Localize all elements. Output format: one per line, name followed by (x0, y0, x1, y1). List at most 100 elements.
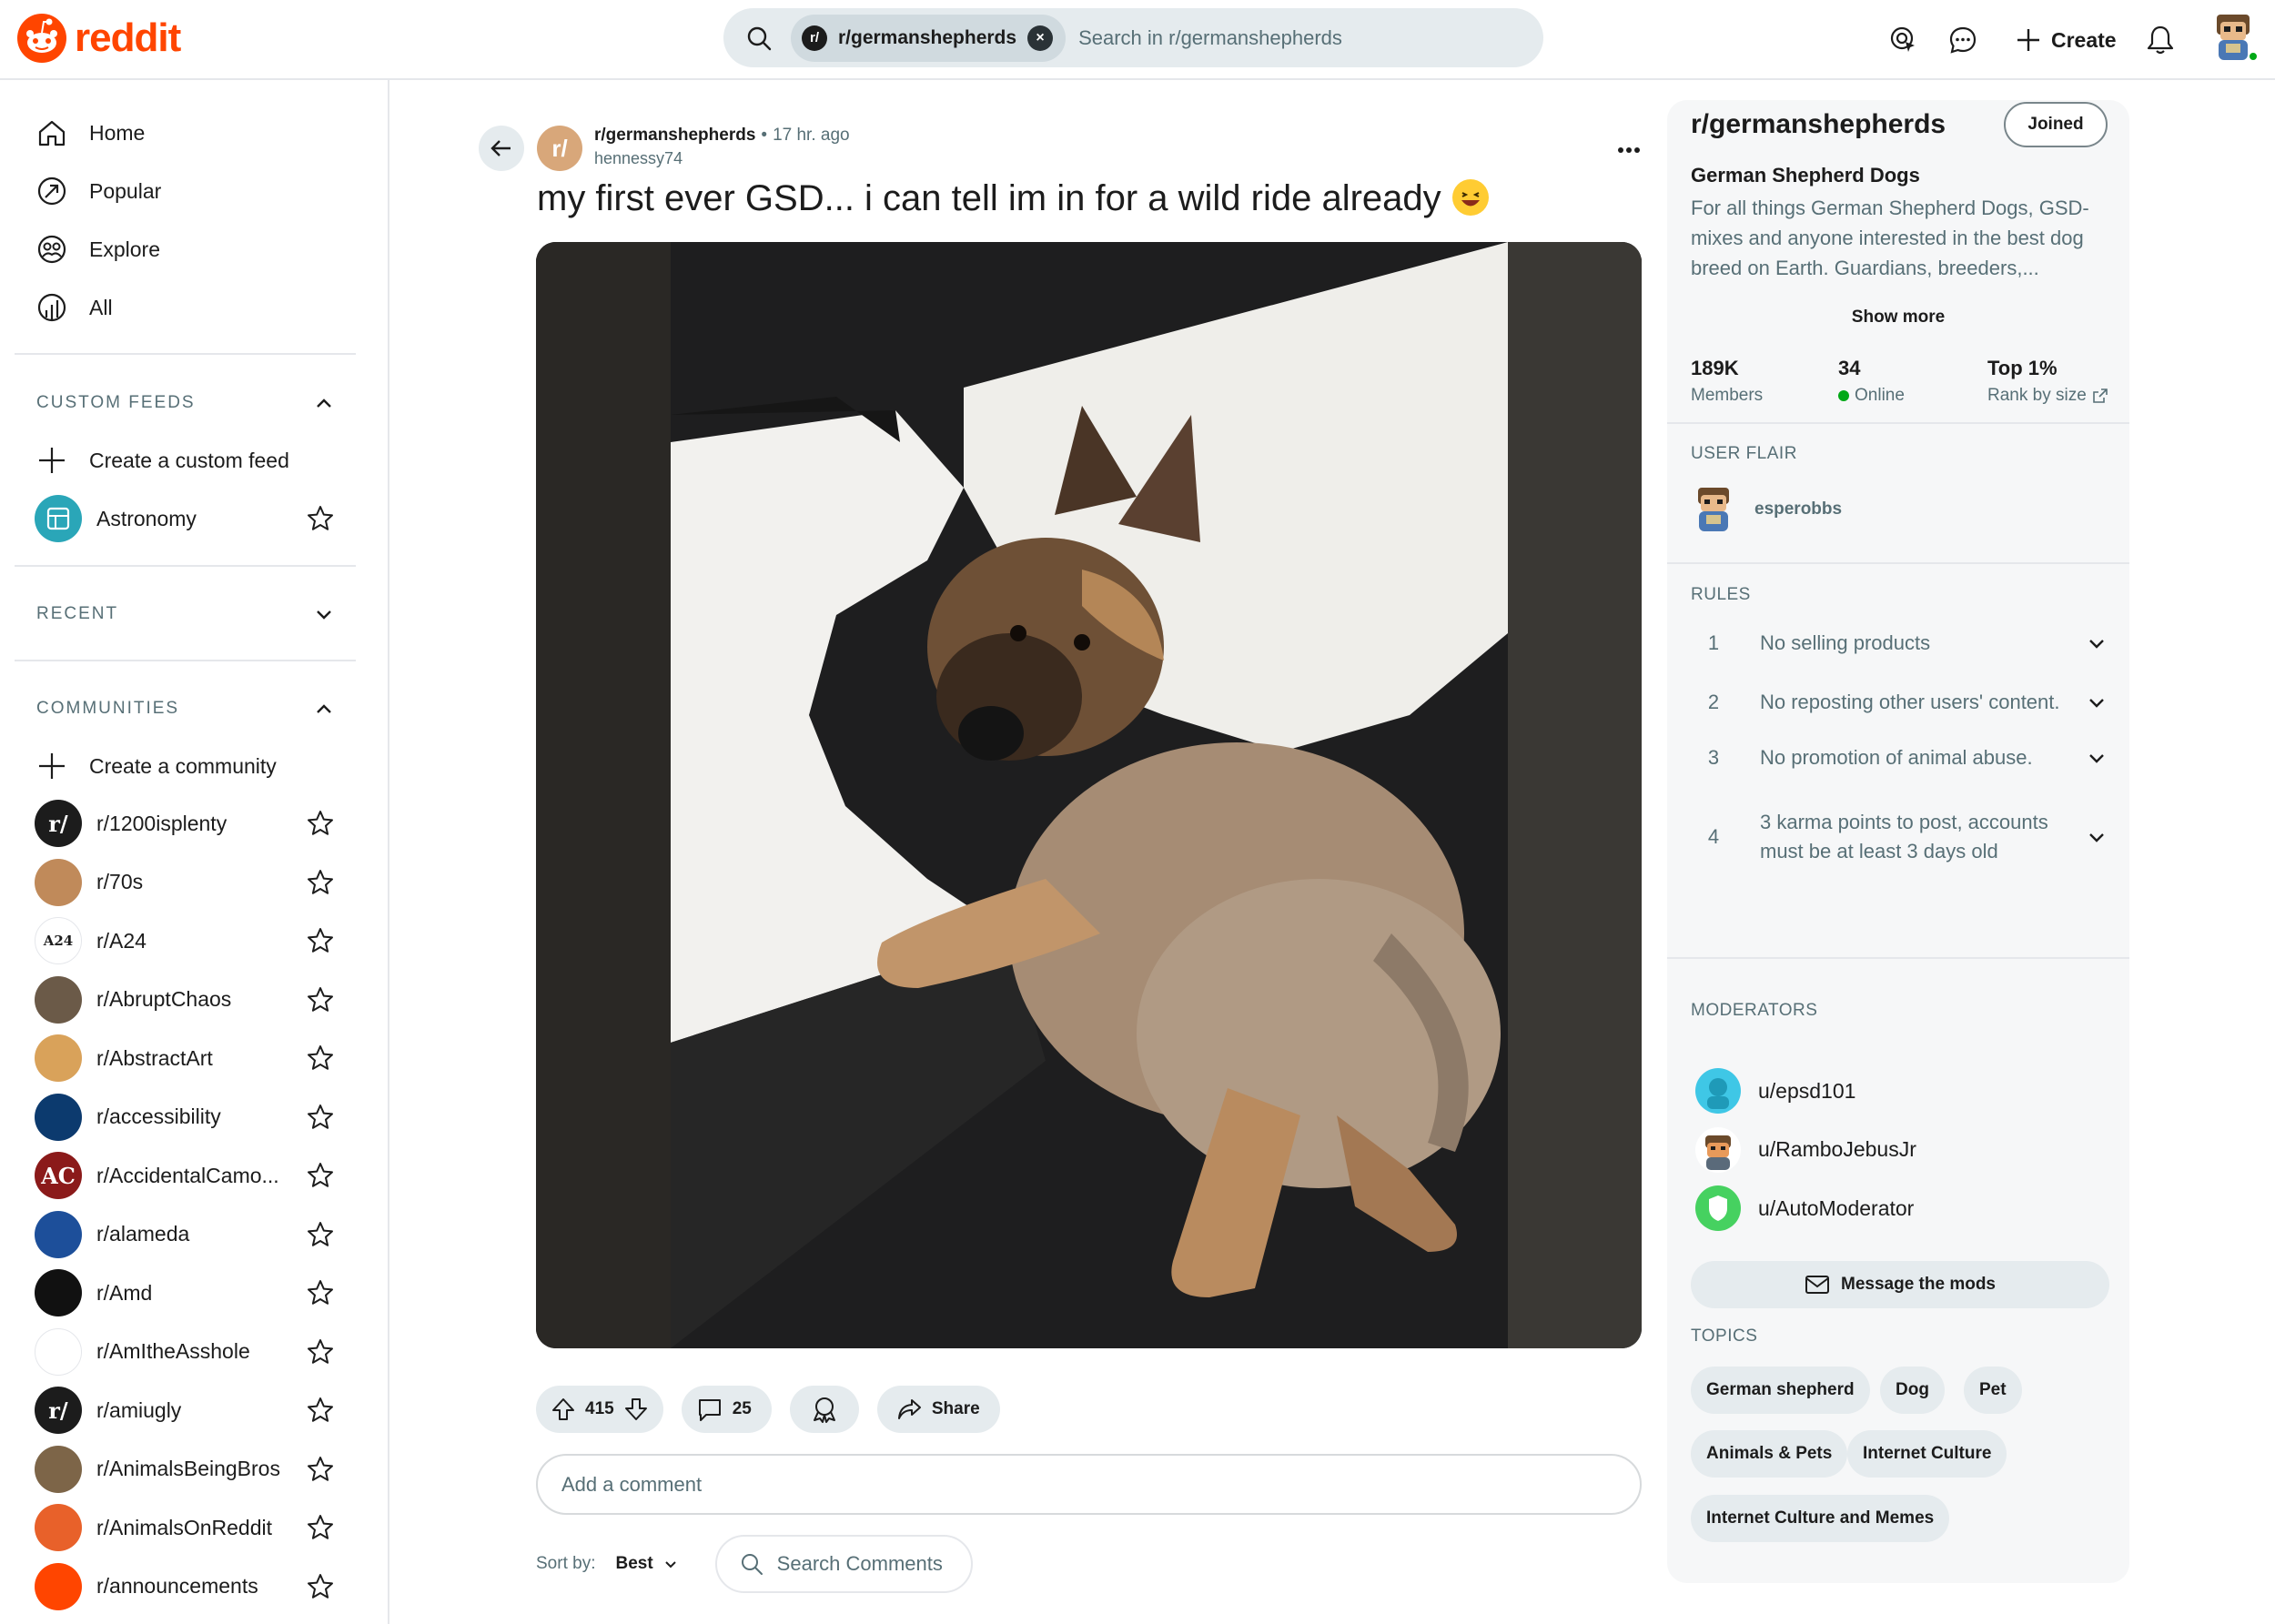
community-name: r/70s (96, 870, 144, 893)
share-button[interactable]: Share (876, 1386, 1000, 1433)
community-item[interactable]: r/r/1200isplenty (35, 798, 335, 849)
rule-item[interactable]: 3 No promotion of animal abuse. (1691, 735, 2109, 781)
comment-icon (698, 1399, 721, 1421)
sort-dropdown[interactable]: Best (615, 1554, 678, 1574)
community-item[interactable]: r/r/amiugly (35, 1385, 335, 1436)
community-item[interactable]: A24 r/A24 (35, 915, 335, 966)
star-icon[interactable] (306, 1396, 335, 1425)
recent-header[interactable]: RECENT (36, 596, 337, 632)
community-item[interactable]: r/Amd (35, 1267, 335, 1318)
topic-chip[interactable]: Dog (1880, 1367, 1945, 1414)
moderator-avatar-icon (1694, 1185, 1742, 1232)
nav-explore[interactable]: Explore (35, 224, 362, 275)
ellipsis-icon (1618, 147, 1640, 153)
community-item[interactable]: r/AnimalsBeingBros (35, 1444, 335, 1495)
star-icon[interactable] (306, 1513, 335, 1542)
community-title[interactable]: r/germanshepherds (1691, 109, 1946, 140)
topic-chip[interactable]: German shepherd (1691, 1367, 1870, 1414)
community-item[interactable]: r/AnimalsOnReddit (35, 1502, 335, 1553)
rule-item[interactable]: 4 3 karma points to post, accounts must b… (1691, 793, 2109, 881)
comment-input[interactable]: Add a comment (536, 1454, 1642, 1515)
star-icon[interactable] (306, 1161, 335, 1190)
external-link-icon[interactable] (2092, 388, 2108, 404)
rule-item[interactable]: 2 No reposting other users' content. (1691, 673, 2109, 731)
create-community[interactable]: Create a community (35, 741, 362, 792)
award-button[interactable] (789, 1386, 859, 1433)
topic-chip[interactable]: Internet Culture and Memes (1691, 1495, 1950, 1542)
rule-item[interactable]: 1 No selling products (1691, 620, 2109, 666)
community-avatar (35, 858, 82, 906)
laughing-emoji-icon (1451, 179, 1489, 216)
moderator-item[interactable]: u/RamboJebusJr (1694, 1126, 1916, 1174)
nav-home[interactable]: Home (35, 107, 362, 158)
star-icon[interactable] (306, 809, 335, 838)
star-icon[interactable] (306, 1103, 335, 1132)
search-comments-input[interactable]: Search Comments (714, 1535, 973, 1593)
search-scope-chip[interactable]: r/ r/germanshepherds × (791, 14, 1067, 62)
star-icon[interactable] (306, 1337, 335, 1367)
custom-feed-astronomy[interactable]: Astronomy (35, 493, 335, 544)
community-item[interactable]: r/70s (35, 857, 335, 908)
show-more-button[interactable]: Show more (1667, 308, 2129, 328)
community-item[interactable]: r/AmItheAsshole (35, 1326, 335, 1377)
post-actions: 415 25 Share (536, 1386, 1000, 1433)
search-input[interactable]: Search in r/germanshepherds (1078, 26, 1342, 50)
chat-button[interactable] (1939, 16, 1987, 64)
moderator-item[interactable]: u/AutoModerator (1694, 1185, 1914, 1232)
search-bar[interactable]: r/ r/germanshepherds × Search in r/germa… (723, 8, 1543, 67)
star-icon[interactable] (306, 1572, 335, 1601)
star-icon[interactable] (306, 1278, 335, 1307)
community-item[interactable]: r/announcements (35, 1561, 335, 1612)
topic-chip[interactable]: Animals & Pets (1691, 1430, 1848, 1478)
star-icon[interactable] (306, 1044, 335, 1073)
back-button[interactable] (479, 126, 524, 171)
community-item[interactable]: r/AbruptChaos (35, 974, 335, 1025)
reddit-logo[interactable]: reddit (16, 13, 181, 64)
star-icon[interactable] (306, 504, 335, 533)
advertise-button[interactable] (1880, 16, 1927, 64)
divider (1667, 957, 2129, 959)
plus-icon (35, 749, 69, 783)
community-item[interactable]: r/alameda (35, 1209, 335, 1260)
sort-value: Best (615, 1554, 653, 1573)
post-subreddit-link[interactable]: r/germanshepherds (594, 126, 755, 146)
post-image[interactable] (536, 242, 1642, 1348)
search-icon (741, 1554, 763, 1575)
comments-button[interactable]: 25 (681, 1386, 772, 1433)
moderator-item[interactable]: u/epsd101 (1694, 1067, 1855, 1115)
community-name: r/A24 (96, 928, 147, 953)
nav-popular[interactable]: Popular (35, 166, 362, 217)
star-icon[interactable] (306, 1220, 335, 1249)
community-item[interactable]: r/AbstractArt (35, 1033, 335, 1084)
create-post-button[interactable]: Create (2002, 16, 2129, 64)
star-icon[interactable] (306, 926, 335, 955)
topic-chip[interactable]: Internet Culture (1847, 1430, 2007, 1478)
community-name: r/announcements (96, 1574, 258, 1598)
joined-button[interactable]: Joined (2004, 102, 2108, 147)
communities-header[interactable]: COMMUNITIES (36, 691, 337, 727)
close-icon[interactable]: × (1027, 25, 1054, 51)
user-flair[interactable]: esperobbs (1691, 484, 1842, 535)
astronomy-label: Astronomy (96, 506, 197, 530)
create-custom-feed[interactable]: Create a custom feed (35, 435, 362, 486)
community-item[interactable]: AC r/AccidentalCamo... (35, 1150, 335, 1201)
moderator-avatar-icon (1694, 1126, 1742, 1174)
message-mods-button[interactable]: Message the mods (1691, 1261, 2109, 1308)
user-avatar[interactable] (2208, 9, 2262, 64)
community-item[interactable]: r/accessibility (35, 1092, 335, 1143)
star-icon[interactable] (306, 868, 335, 897)
notifications-button[interactable] (2137, 16, 2184, 64)
star-icon[interactable] (306, 985, 335, 1014)
nav-all[interactable]: All (35, 282, 362, 333)
custom-feeds-header[interactable]: CUSTOM FEEDS (36, 385, 337, 421)
subreddit-avatar[interactable]: r/ (537, 126, 582, 171)
members-label: Members (1691, 386, 1764, 405)
flair-username: esperobbs (1754, 499, 1843, 519)
more-options-button[interactable] (1611, 136, 1647, 164)
community-avatar: r/ (35, 800, 82, 847)
star-icon[interactable] (306, 1455, 335, 1484)
downvote-icon[interactable] (623, 1397, 649, 1422)
upvote-icon[interactable] (551, 1397, 576, 1422)
topic-chip[interactable]: Pet (1964, 1367, 2022, 1414)
post-author[interactable]: hennessy74 (594, 149, 850, 168)
